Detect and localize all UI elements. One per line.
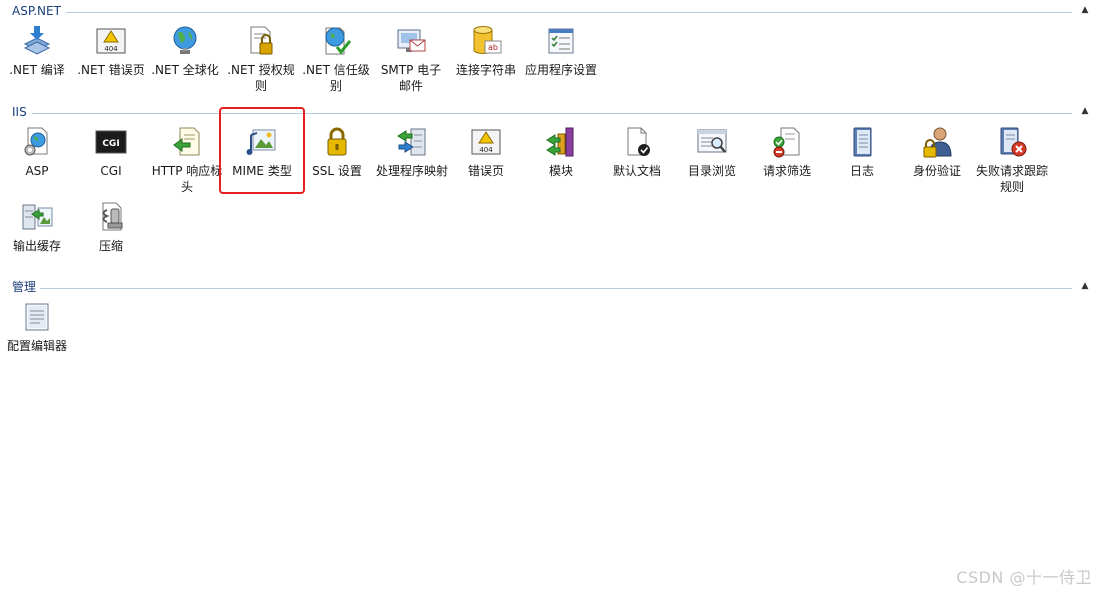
feature-net-trust-levels[interactable]: .NET 信任级别 [299,24,373,94]
feature-directory-browsing[interactable]: 目录浏览 [675,125,749,179]
application-settings-icon [548,28,574,54]
feature-label: 连接字符串 [455,63,516,77]
group-divider [32,113,1072,114]
feature-compression[interactable]: 压缩 [74,200,148,254]
feature-label: HTTP 响应标头 [151,164,223,194]
feature-label: .NET 信任级别 [302,63,370,93]
net-compilation-icon [23,26,51,55]
output-caching-icon [22,204,53,230]
feature-label: .NET 授权规则 [227,63,295,93]
feature-label: 处理程序映射 [376,164,449,178]
feature-net-globalization[interactable]: .NET 全球化 [148,24,222,78]
group-title-management: 管理 [12,280,41,294]
feature-smtp-email[interactable]: SMTP 电子邮件 [374,24,448,94]
feature-label: 压缩 [98,239,123,253]
logging-icon [853,127,872,157]
feature-asp[interactable]: ASP [0,125,74,179]
feature-label: ASP [25,164,49,178]
feature-failed-request-tracing[interactable]: 失败请求跟踪规则 [975,125,1049,195]
feature-logging[interactable]: 日志 [825,125,899,179]
net-trust-levels-icon [325,27,352,55]
feature-default-document[interactable]: 默认文档 [600,125,674,179]
net-globalization-icon [173,26,197,54]
feature-error-pages[interactable]: 404 错误页 [449,125,523,179]
feature-label: 默认文档 [612,164,661,178]
error-pages-icon: 404 [471,129,501,155]
feature-label: 目录浏览 [687,164,736,178]
feature-application-settings[interactable]: 应用程序设置 [524,24,598,78]
cgi-icon: CGI [95,130,127,154]
group-header-management[interactable]: 管理 ▲ [0,280,1098,296]
collapse-iis-icon[interactable]: ▲ [1080,106,1090,116]
modules-icon [546,127,574,157]
feature-handler-mappings[interactable]: 处理程序映射 [375,125,449,179]
feature-label: .NET 全球化 [151,63,219,77]
directory-browsing-icon [697,129,727,153]
feature-label: 请求筛选 [762,164,811,178]
feature-output-caching[interactable]: 输出缓存 [0,200,74,254]
badge-text: CGI [102,139,119,149]
badge-text: 404 [104,45,118,53]
compression-icon [102,202,123,231]
feature-net-compilation[interactable]: .NET 编译 [0,24,74,78]
default-document-icon [627,127,650,156]
net-error-pages-icon: 404 [96,28,126,54]
feature-ssl-settings[interactable]: SSL 设置 [300,125,374,179]
feature-net-error-pages[interactable]: 404 .NET 错误页 [74,24,148,78]
badge-text: ab [488,43,498,52]
failed-request-tracing-icon [1000,127,1027,157]
feature-request-filtering[interactable]: 请求筛选 [750,125,824,179]
collapse-management-icon[interactable]: ▲ [1080,281,1090,291]
http-response-headers-icon [173,127,200,156]
feature-net-authorization-rules[interactable]: .NET 授权规则 [224,24,298,94]
feature-label: 配置编辑器 [6,339,67,353]
group-title-iis: IIS [12,105,31,119]
feature-label: 错误页 [467,164,504,178]
group-title-aspnet: ASP.NET [12,4,65,18]
authentication-icon [923,127,952,158]
handler-mappings-icon [397,128,426,156]
net-authorization-rules-icon [250,26,273,55]
selection-highlight [219,107,305,194]
feature-label: 输出缓存 [12,239,61,253]
feature-label: 日志 [849,164,874,178]
feature-label: SMTP 电子邮件 [380,63,442,93]
feature-configuration-editor[interactable]: 配置编辑器 [0,300,74,354]
feature-cgi[interactable]: CGI CGI [74,125,148,179]
feature-authentication[interactable]: 身份验证 [900,125,974,179]
asp-icon [24,127,48,156]
feature-label: .NET 编译 [9,63,65,77]
feature-label: CGI [100,164,122,178]
feature-http-response-headers[interactable]: HTTP 响应标头 [150,125,224,195]
group-divider [66,12,1072,13]
collapse-aspnet-icon[interactable]: ▲ [1080,5,1090,15]
feature-connection-strings[interactable]: ab 连接字符串 [449,24,523,78]
ssl-settings-icon [327,127,347,156]
feature-label: 应用程序设置 [525,63,598,77]
badge-text: 404 [479,146,493,154]
feature-label: 模块 [548,164,573,178]
feature-label: 失败请求跟踪规则 [976,164,1049,194]
connection-strings-icon: ab [473,26,502,54]
feature-label: 身份验证 [912,164,961,178]
smtp-email-icon [397,29,426,52]
group-header-iis[interactable]: IIS ▲ [0,105,1098,121]
feature-label: SSL 设置 [312,164,362,178]
configuration-editor-icon [25,303,49,331]
group-divider [40,288,1072,289]
group-header-aspnet[interactable]: ASP.NET ▲ [0,4,1098,20]
feature-label: .NET 错误页 [77,63,145,77]
watermark: CSDN @十一侍卫 [956,568,1092,587]
request-filtering-icon [773,127,800,158]
feature-modules[interactable]: 模块 [524,125,598,179]
